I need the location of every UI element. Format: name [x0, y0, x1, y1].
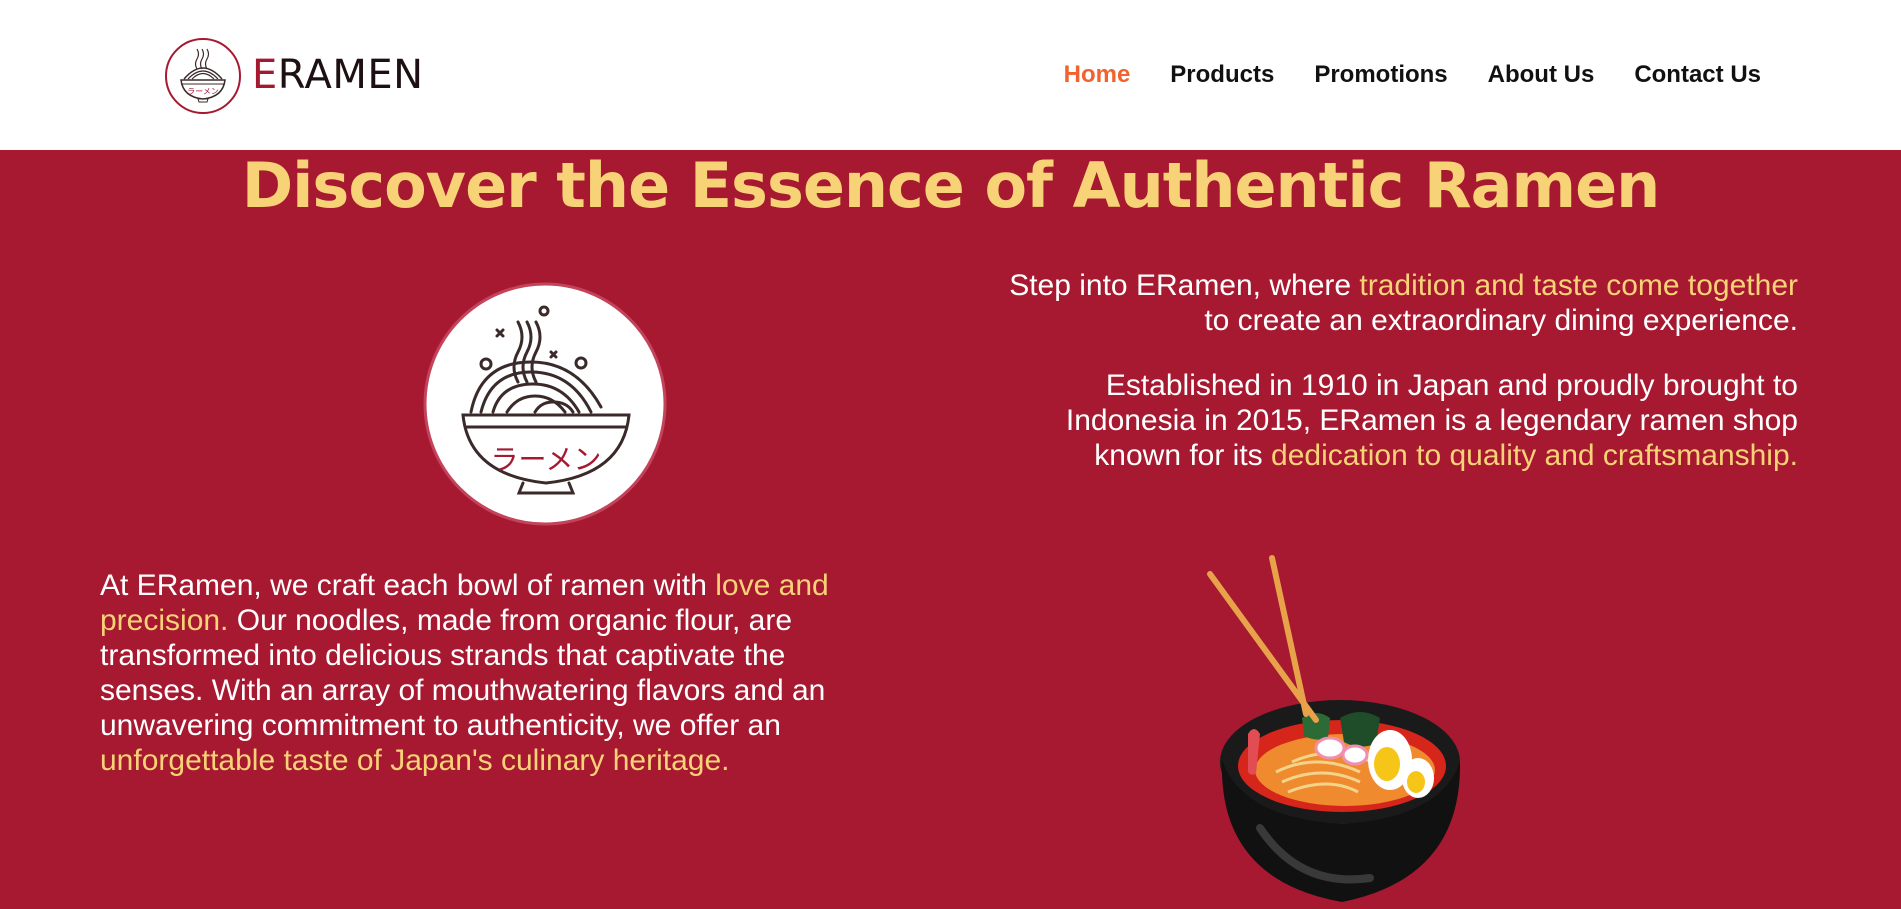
svg-text:ラーメン: ラーメン — [187, 87, 219, 96]
svg-text:ラーメン: ラーメン — [491, 443, 602, 476]
nav-promotions[interactable]: Promotions — [1314, 58, 1447, 92]
text-segment: At ERamen, we craft each bowl of ramen w… — [100, 569, 716, 602]
brand-rest: RAMEN — [277, 52, 424, 98]
brand-initial: E — [252, 52, 278, 98]
hero-section: Discover the Essence of Authentic Ramen … — [0, 150, 1901, 909]
brand-wordmark[interactable]: ERAMEN — [252, 50, 424, 100]
highlight-text: dedication to quality and craftsmanship. — [1271, 439, 1798, 472]
text-segment: to create an extraordinary dining experi… — [1204, 304, 1798, 337]
ramen-emblem-icon: ラーメン — [423, 282, 667, 526]
history-paragraph: Established in 1910 in Japan and proudly… — [1000, 368, 1798, 473]
text-segment: Step into ERamen, where — [1009, 269, 1360, 302]
nav-home[interactable]: Home — [1064, 58, 1131, 92]
hero-title: Discover the Essence of Authentic Ramen — [241, 149, 1661, 222]
ramen-bowl-with-chopsticks-illustration — [1207, 555, 1461, 902]
highlight-text: tradition and taste come together — [1359, 269, 1798, 302]
nav-products[interactable]: Products — [1170, 58, 1274, 92]
nav-about-us[interactable]: About Us — [1488, 58, 1595, 92]
craft-paragraph: At ERamen, we craft each bowl of ramen w… — [100, 568, 890, 778]
nav-contact-us[interactable]: Contact Us — [1634, 58, 1761, 92]
highlight-text: unforgettable taste of Japan's culinary … — [100, 744, 730, 777]
site-header: ラーメン ERAMEN Home Products Promotions Abo… — [0, 0, 1901, 150]
intro-paragraph: Step into ERamen, where tradition and ta… — [1000, 268, 1798, 338]
ramen-bowl-logo-icon[interactable]: ラーメン — [164, 37, 242, 115]
main-nav: Home Products Promotions About Us Contac… — [1064, 58, 1761, 92]
